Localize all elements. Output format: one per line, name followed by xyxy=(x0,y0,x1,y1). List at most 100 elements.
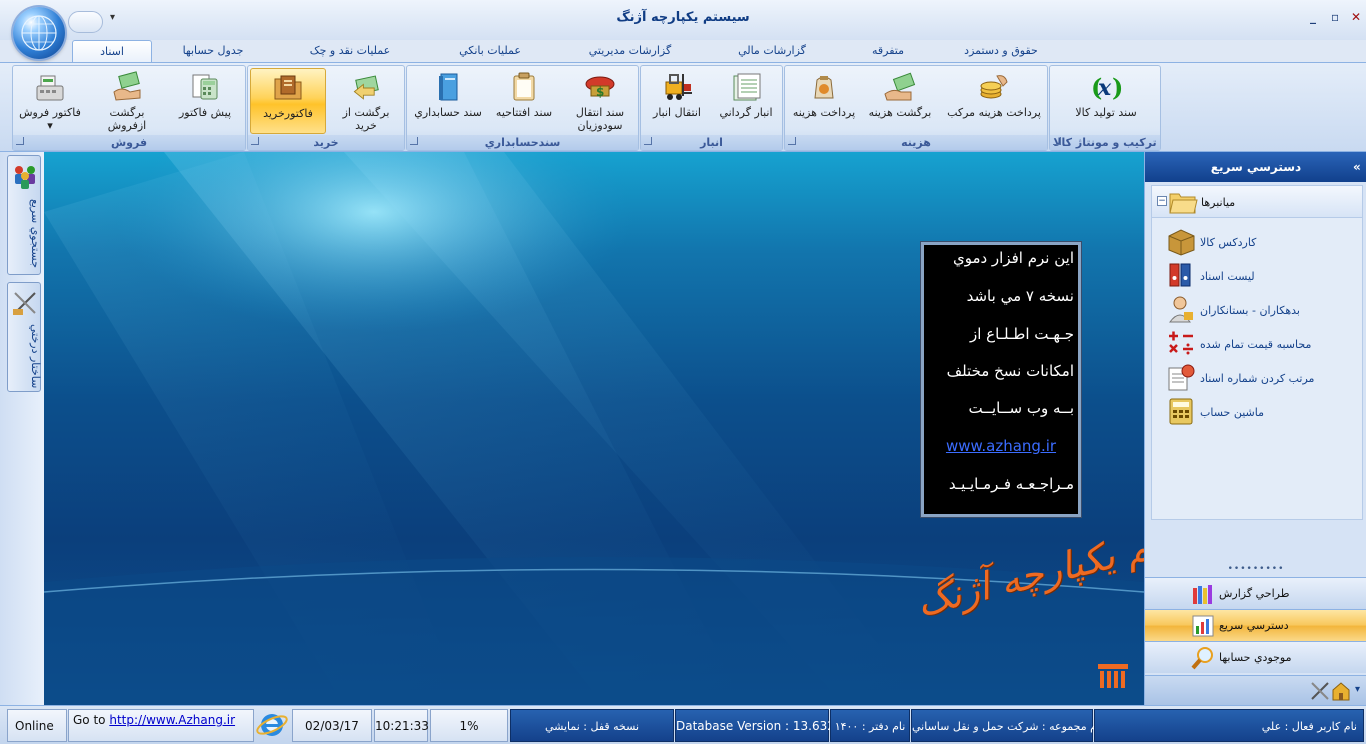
drafting-tools-icon[interactable] xyxy=(1309,680,1331,702)
close-button[interactable]: ✕ xyxy=(1351,10,1361,24)
collapse-section-icon[interactable]: − xyxy=(1157,196,1167,206)
minimize-button[interactable]: _ xyxy=(1310,10,1316,24)
group-expense: پرداخت هزينه برگشت هزينه پرداخت هزينه مر… xyxy=(784,65,1048,151)
shortcut-item-document-list[interactable]: ليست اسناد xyxy=(1152,256,1364,290)
sales-invoice-button[interactable]: فاکتور فروش ▾ xyxy=(19,68,81,134)
stock-count-button[interactable]: انبار گرداني xyxy=(713,68,779,134)
left-side-panel: جستجوي سريع ساختار درختي xyxy=(0,152,44,705)
profit-loss-transfer-label: سند انتقال سودوزيان xyxy=(575,106,625,132)
office-name-cell: نام دفتر : ۱۴۰۰ xyxy=(830,709,910,742)
tab-tree-structure[interactable]: ساختار درختي xyxy=(7,282,42,392)
tab-financial-reports[interactable]: گزارشات مالي xyxy=(730,40,814,62)
shortcut-label: کاردکس کالا xyxy=(1200,236,1257,249)
document-stamp-icon xyxy=(1166,362,1196,392)
group-caption-expense: هزينه xyxy=(785,135,1047,150)
calculator-icon xyxy=(188,70,222,104)
person-icon xyxy=(1166,294,1196,324)
info-line-3: جـهـت اطـلـاع از xyxy=(969,325,1074,343)
overflow-dropdown-icon[interactable]: ▾ xyxy=(1355,684,1360,695)
nav-account-balances[interactable]: موجودي حسابها xyxy=(1145,641,1366,673)
group-caption-warehouse: انبار xyxy=(641,135,782,150)
title-bar: ▾ سيستم يکپارچه آژنگ _ ▫ ✕ xyxy=(0,0,1366,59)
stock-count-label: انبار گرداني xyxy=(719,106,773,119)
dialog-launcher-icon[interactable] xyxy=(16,137,24,145)
compound-expense-button[interactable]: پرداخت هزينه مرکب xyxy=(943,68,1045,134)
group-assembly: (x) سند توليد کالا ترکيب و مونتاژ کالا xyxy=(1049,65,1161,151)
shortcut-item-debtors-creditors[interactable]: بدهکاران - بستانکاران xyxy=(1152,290,1364,324)
internet-explorer-icon[interactable] xyxy=(255,709,291,742)
tab-miscellaneous[interactable]: متفرقه xyxy=(860,40,916,62)
opening-document-label: سند افتتاحيه xyxy=(495,106,553,119)
quick-access-header: دسترسي سريع « xyxy=(1145,152,1366,182)
website-status-link[interactable]: http://www.Azhang.ir xyxy=(109,713,235,727)
dialog-launcher-icon[interactable] xyxy=(788,137,796,145)
tab-cash-and-cheque[interactable]: عمليات نقد و چک xyxy=(300,40,400,62)
shortcut-item-sort-document-numbers[interactable]: مرتب کردن شماره اسناد xyxy=(1152,358,1364,392)
group-purchase: فاکتورخريد برگشت از خريد خريد xyxy=(247,65,405,151)
collapse-panel-icon[interactable]: « xyxy=(1353,152,1361,182)
nav-report-designer[interactable]: طراحي گزارش xyxy=(1145,577,1366,609)
tab-chart-of-accounts[interactable]: جدول حسابها xyxy=(168,40,258,62)
purchase-return-button[interactable]: برگشت از خريد xyxy=(330,68,402,134)
pay-expense-label: پرداخت هزينه xyxy=(792,106,856,119)
opening-document-button[interactable]: سند افتتاحيه xyxy=(489,68,559,134)
shortcut-label: ليست اسناد xyxy=(1200,270,1255,283)
tab-management-reports[interactable]: گزارشات مديريتي xyxy=(580,40,680,62)
hand-money-icon xyxy=(110,70,144,104)
calculator-icon xyxy=(1166,396,1196,426)
dialog-launcher-icon[interactable] xyxy=(251,137,259,145)
accounting-document-button[interactable]: سند حسابداري xyxy=(409,68,487,134)
tab-payroll[interactable]: حقوق و دستمزد xyxy=(955,40,1047,62)
production-document-button[interactable]: (x) سند توليد کالا xyxy=(1064,68,1148,134)
hand-cash-icon xyxy=(883,70,917,104)
proforma-invoice-label: پيش فاکتور xyxy=(178,106,232,119)
purchase-invoice-button[interactable]: فاکتورخريد xyxy=(250,68,326,134)
blue-book-icon xyxy=(431,70,465,104)
shortcuts-section-header[interactable]: − ميانبرها xyxy=(1152,186,1362,218)
splitter-grip[interactable]: ••••••••• xyxy=(1145,564,1366,576)
dialog-launcher-icon[interactable] xyxy=(410,137,418,145)
nav-label: موجودي حسابها xyxy=(1219,651,1292,664)
demo-info-box: اين نرم افزار دموي نسخه ۷ مي باشد جـهـت … xyxy=(921,242,1081,517)
sales-invoice-dropdown-icon[interactable]: ▾ xyxy=(19,119,81,132)
globe-icon xyxy=(21,15,57,51)
ribbon-tabs: اسناد جدول حسابها عمليات نقد و چک عمليات… xyxy=(0,40,1366,62)
tab-banking[interactable]: عمليات بانکي xyxy=(450,40,530,62)
chart-icon xyxy=(1191,614,1215,638)
application-menu-button[interactable] xyxy=(13,7,65,59)
shortcut-item-calculator[interactable]: ماشين حساب xyxy=(1152,392,1364,426)
dialog-launcher-icon[interactable] xyxy=(644,137,652,145)
status-bar: Online Go to http://www.Azhang.ir 02/03/… xyxy=(0,705,1366,744)
warehouse-transfer-button[interactable]: انتقال انبار xyxy=(645,68,709,134)
group-warehouse: انتقال انبار انبار گرداني انبار xyxy=(640,65,783,151)
accounting-document-label: سند حسابداري xyxy=(414,106,482,119)
dialog-launcher-icon[interactable] xyxy=(1053,137,1061,145)
proforma-invoice-button[interactable]: پيش فاکتور xyxy=(173,68,237,134)
expense-return-button[interactable]: برگشت هزينه xyxy=(865,68,935,134)
home-icon[interactable] xyxy=(1331,680,1351,702)
pay-expense-button[interactable]: پرداخت هزينه xyxy=(789,68,859,134)
group-caption-sales: فروش xyxy=(13,135,245,150)
info-line-2: نسخه ۷ مي باشد xyxy=(966,287,1074,305)
maximize-button[interactable]: ▫ xyxy=(1331,10,1339,24)
goto-website-cell: Go to http://www.Azhang.ir xyxy=(68,709,254,742)
logo-building-icon xyxy=(1098,664,1128,688)
tab-quick-search[interactable]: جستجوي سريع xyxy=(7,155,42,275)
shortcut-item-kardex[interactable]: کاردکس کالا xyxy=(1152,222,1364,256)
coins-icon xyxy=(977,70,1011,104)
tab-documents[interactable]: اسناد xyxy=(72,40,152,62)
forklift-icon xyxy=(660,70,694,104)
profit-loss-transfer-button[interactable]: $ سند انتقال سودوزيان xyxy=(563,68,637,134)
open-folder-icon xyxy=(271,71,305,105)
nav-overflow-bar: ▾ xyxy=(1145,675,1366,705)
formula-x-icon: (x) xyxy=(1089,70,1123,104)
shortcut-item-cost-calculation[interactable]: محاسبه قيمت تمام شده xyxy=(1152,324,1364,358)
group-caption-assembly: ترکيب و مونتاژ کالا xyxy=(1050,135,1160,150)
drafting-tools-icon xyxy=(11,289,39,317)
website-link[interactable]: www.azhang.ir xyxy=(928,437,1074,455)
sales-return-label: برگشت ازفروش xyxy=(107,106,147,132)
sales-return-button[interactable]: برگشت ازفروش xyxy=(89,68,165,134)
svg-text:x: x xyxy=(1097,75,1112,101)
nav-quick-access[interactable]: دسترسي سريع xyxy=(1145,609,1366,641)
shortcut-label: ماشين حساب xyxy=(1200,406,1264,419)
